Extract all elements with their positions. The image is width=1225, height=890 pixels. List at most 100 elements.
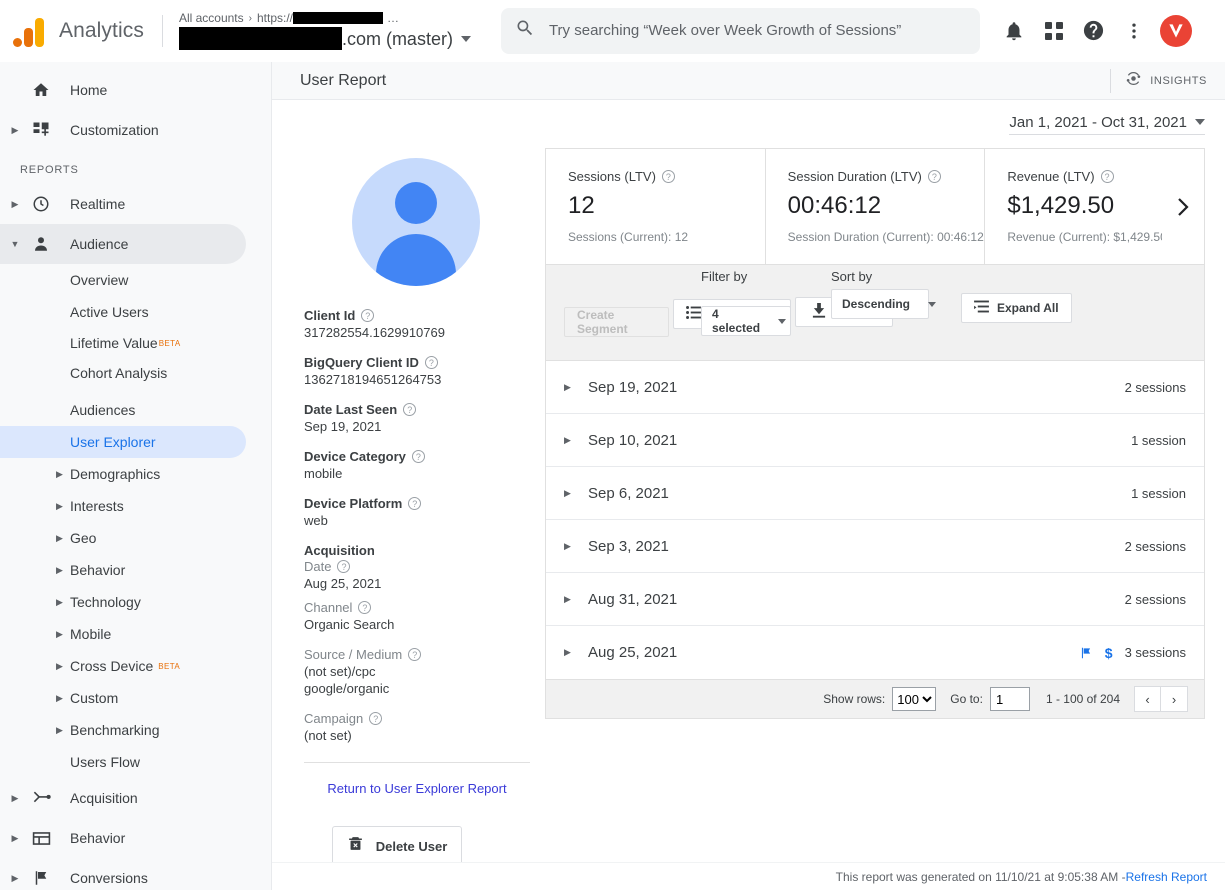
search-input[interactable]	[549, 22, 966, 39]
help-icon[interactable]: ?	[403, 403, 416, 416]
sidebar-item-mobile[interactable]: ▶ Mobile	[0, 618, 246, 650]
sidebar-item-active-users[interactable]: Active Users	[0, 296, 246, 328]
sidebar-item-conversions[interactable]: ▶ Conversions	[0, 858, 246, 890]
sidebar-item-acquisition[interactable]: ▶ Acquisition	[0, 778, 246, 818]
sidebar-item-label: Demographics	[70, 466, 160, 482]
show-rows-select[interactable]: 102550100250500	[892, 687, 936, 711]
table-row[interactable]: ▶ Aug 31, 2021 2 sessions	[546, 573, 1204, 626]
chevron-left-icon[interactable]: ‹	[1134, 686, 1161, 712]
help-icon[interactable]: ?	[412, 450, 425, 463]
expand-arrow-icon[interactable]: ▶	[56, 469, 70, 480]
table-row[interactable]: ▶ Sep 10, 2021 1 session	[546, 414, 1204, 467]
expand-all-group: Expand All	[961, 293, 1072, 323]
date-range-value: Jan 1, 2021 - Oct 31, 2021	[1009, 114, 1187, 131]
expand-arrow-icon[interactable]: ▶	[4, 833, 26, 844]
sidebar-item-home[interactable]: ▶ Home	[0, 70, 246, 110]
breadcrumb-all-accounts[interactable]: All accounts	[179, 11, 244, 26]
sidebar-item-customization[interactable]: ▶ Customization	[0, 110, 246, 150]
chevron-down-icon[interactable]	[461, 36, 471, 42]
more-vert-icon[interactable]	[1114, 11, 1154, 51]
sidebar-item-overview[interactable]: Overview	[0, 264, 246, 296]
expand-arrow-icon[interactable]: ▶	[564, 594, 580, 605]
refresh-report-link[interactable]: Refresh Report	[1126, 870, 1207, 884]
sidebar-item-custom[interactable]: ▶ Custom	[0, 682, 246, 714]
sidebar-item-geo[interactable]: ▶ Geo	[0, 522, 246, 554]
help-icon[interactable]: ?	[337, 560, 350, 573]
date-range-picker[interactable]: Jan 1, 2021 - Oct 31, 2021	[1009, 114, 1205, 135]
sidebar-item-label: Overview	[70, 272, 128, 288]
table-row[interactable]: ▶ Sep 19, 2021 2 sessions	[546, 361, 1204, 414]
sidebar-item-behavior[interactable]: ▶ Behavior	[0, 554, 246, 586]
property-selector[interactable]: .com (master)	[179, 27, 471, 51]
expand-arrow-icon[interactable]: ▶	[564, 647, 580, 658]
create-segment-button[interactable]: Create Segment	[564, 307, 669, 337]
help-icon[interactable]: ?	[408, 497, 421, 510]
sort-by-select[interactable]: Descending	[831, 289, 929, 319]
expand-all-button[interactable]: Expand All	[961, 293, 1072, 323]
panel-divider	[304, 762, 530, 763]
help-icon[interactable]: ?	[369, 712, 382, 725]
sidebar-item-realtime[interactable]: ▶ Realtime	[0, 184, 246, 224]
help-circle-icon[interactable]	[1074, 11, 1114, 51]
expand-arrow-icon[interactable]: ▶	[56, 629, 70, 640]
expand-list-icon	[974, 300, 989, 316]
insights-button[interactable]: INSIGHTS	[1111, 62, 1225, 99]
expand-arrow-icon[interactable]: ▶	[56, 725, 70, 736]
sidebar-item-demographics[interactable]: ▶ Demographics	[0, 458, 246, 490]
sidebar-item-lifetime-value[interactable]: Lifetime Value BETA	[0, 328, 246, 358]
expand-arrow-icon[interactable]: ▶	[4, 199, 26, 210]
goto-input[interactable]	[990, 687, 1030, 711]
expand-arrow-icon[interactable]: ▶	[56, 661, 70, 672]
metric-value: 00:46:12	[788, 192, 985, 220]
sidebar-item-interests[interactable]: ▶ Interests	[0, 490, 246, 522]
help-icon[interactable]: ?	[358, 601, 371, 614]
expand-arrow-icon[interactable]: ▶	[564, 541, 580, 552]
expand-arrow-icon[interactable]: ▶	[56, 597, 70, 608]
sidebar-item-audience[interactable]: ▼ Audience	[0, 224, 246, 264]
sidebar-item-audiences[interactable]: Audiences	[0, 394, 246, 426]
help-icon[interactable]: ?	[408, 648, 421, 661]
return-to-user-explorer-link[interactable]: Return to User Explorer Report	[294, 781, 540, 796]
user-avatar[interactable]	[1160, 15, 1192, 47]
expand-arrow-icon[interactable]: ▶	[4, 873, 26, 884]
sidebar-item-cross-device[interactable]: ▶ Cross Device BETA	[0, 650, 246, 682]
help-icon[interactable]: ?	[425, 356, 438, 369]
sidebar-item-cohort-analysis[interactable]: Cohort Analysis	[0, 358, 246, 388]
sidebar-item-technology[interactable]: ▶ Technology	[0, 586, 246, 618]
sidebar-item-benchmarking[interactable]: ▶ Benchmarking	[0, 714, 246, 746]
filter-by-select[interactable]: 4 selected	[701, 306, 791, 336]
help-icon[interactable]: ?	[1101, 170, 1114, 183]
expand-arrow-icon[interactable]: ▶	[564, 435, 580, 446]
expand-arrow-icon[interactable]: ▶	[564, 382, 580, 393]
account-selector[interactable]: All accounts › https:// … .com (master)	[179, 11, 471, 51]
expand-arrow-icon[interactable]: ▶	[56, 533, 70, 544]
expand-arrow-icon[interactable]: ▶	[56, 501, 70, 512]
chevron-down-icon[interactable]	[1195, 119, 1205, 125]
metrics-next-button[interactable]	[1162, 149, 1204, 264]
table-row[interactable]: ▶ Aug 25, 2021 $ 3 sessions	[546, 626, 1204, 679]
sidebar-item-behavior-main[interactable]: ▶ Behavior	[0, 818, 246, 858]
bell-icon[interactable]	[994, 11, 1034, 51]
field-label-text: Channel	[304, 600, 352, 615]
help-icon[interactable]: ?	[928, 170, 941, 183]
sidebar-item-user-explorer[interactable]: User Explorer	[0, 426, 246, 458]
delete-user-button[interactable]: Delete User	[332, 826, 463, 866]
table-row[interactable]: ▶ Sep 3, 2021 2 sessions	[546, 520, 1204, 573]
expand-arrow-icon[interactable]: ▶	[4, 793, 26, 804]
sidebar-item-label: Behavior	[70, 830, 125, 846]
collapse-arrow-icon[interactable]: ▼	[4, 239, 26, 249]
table-row[interactable]: ▶ Sep 6, 2021 1 session	[546, 467, 1204, 520]
breadcrumb[interactable]: All accounts › https:// …	[179, 11, 471, 26]
help-icon[interactable]: ?	[662, 170, 675, 183]
expand-arrow-icon[interactable]: ▶	[56, 565, 70, 576]
expand-arrow-icon[interactable]: ▶	[56, 693, 70, 704]
help-icon[interactable]: ?	[361, 309, 374, 322]
grid-apps-icon[interactable]	[1034, 11, 1074, 51]
expand-arrow-icon[interactable]: ▶	[564, 488, 580, 499]
search-box[interactable]	[501, 8, 980, 54]
expand-arrow-icon[interactable]: ▶	[4, 125, 26, 136]
chevron-right-icon[interactable]: ›	[1161, 686, 1188, 712]
field-value: (not set)/cpc google/organic	[304, 663, 540, 697]
sidebar-item-users-flow[interactable]: Users Flow	[0, 746, 246, 778]
flag-icon	[26, 869, 56, 887]
